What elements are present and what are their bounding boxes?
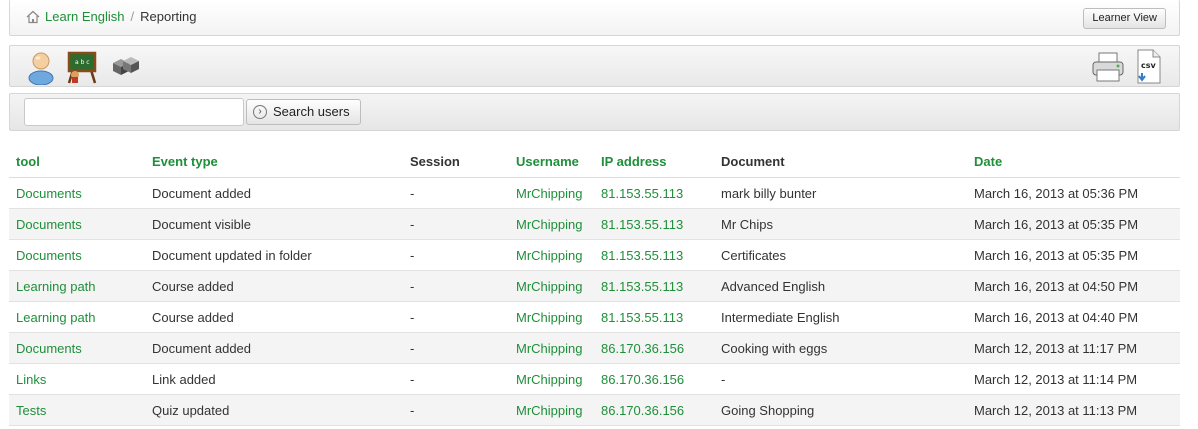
cell-document: Mr Chips <box>721 208 974 240</box>
cell-username[interactable]: MrChipping <box>516 177 601 209</box>
cell-document: Advanced English <box>721 270 974 302</box>
home-icon[interactable] <box>26 10 40 24</box>
table-header-row: tool Event type Session Username IP addr… <box>9 145 1180 178</box>
search-bar: › Search users <box>9 93 1180 131</box>
cell-date: March 16, 2013 at 05:36 PM <box>974 177 1180 209</box>
cell-event-type: Document added <box>152 177 410 209</box>
svg-text:a b c: a b c <box>75 59 90 66</box>
column-header-document: Document <box>721 145 974 178</box>
cell-event-type: Course added <box>152 301 410 333</box>
search-users-button[interactable]: › Search users <box>246 99 361 125</box>
cell-event-type: Quiz updated <box>152 394 410 426</box>
csv-icon-label: csv <box>1141 61 1157 70</box>
breadcrumb-current: Reporting <box>140 9 197 24</box>
column-header-username[interactable]: Username <box>516 145 601 178</box>
cell-date: March 12, 2013 at 11:13 PM <box>974 394 1180 426</box>
table-row: Tests Quiz updated - MrChipping 86.170.36.15… <box>9 394 1180 426</box>
table-row: Documents Document visible - MrChipping 81.1… <box>9 208 1180 240</box>
cell-session: - <box>410 239 516 271</box>
cell-username[interactable]: MrChipping <box>516 239 601 271</box>
column-header-session: Session <box>410 145 516 178</box>
chevron-right-icon: › <box>253 105 267 119</box>
cell-username[interactable]: MrChipping <box>516 270 601 302</box>
user-icon[interactable] <box>26 49 56 85</box>
cell-ip-address[interactable]: 81.153.55.113 <box>601 239 721 271</box>
cell-date: March 12, 2013 at 11:17 PM <box>974 332 1180 364</box>
cell-session: - <box>410 363 516 395</box>
table-row: Documents Document added - MrChipping 81.153… <box>9 177 1180 209</box>
cell-ip-address[interactable]: 86.170.36.156 <box>601 394 721 426</box>
column-header-date[interactable]: Date <box>974 145 1180 178</box>
cell-tool[interactable]: Documents <box>9 177 152 209</box>
icon-toolbar: a b c csv <box>9 45 1180 87</box>
cell-date: March 16, 2013 at 04:40 PM <box>974 301 1180 333</box>
search-input[interactable] <box>24 98 244 126</box>
cell-date: March 12, 2013 at 11:14 PM <box>974 363 1180 395</box>
course-blackboard-icon[interactable]: a b c <box>66 50 98 84</box>
cell-session: - <box>410 394 516 426</box>
table-row: Learning path Course added - MrChipping 81.1… <box>9 270 1180 302</box>
cell-ip-address[interactable]: 81.153.55.113 <box>601 270 721 302</box>
cell-event-type: Link added <box>152 363 410 395</box>
cell-username[interactable]: MrChipping <box>516 301 601 333</box>
csv-export-icon[interactable]: csv <box>1134 49 1164 85</box>
cell-session: - <box>410 270 516 302</box>
cell-username[interactable]: MrChipping <box>516 394 601 426</box>
cell-document: Going Shopping <box>721 394 974 426</box>
column-header-ip-address[interactable]: IP address <box>601 145 721 178</box>
cell-event-type: Document added <box>152 332 410 364</box>
cell-tool[interactable]: Learning path <box>9 270 152 302</box>
breadcrumb-home-link[interactable]: Learn English <box>45 9 125 24</box>
table-row: Documents Document updated in folder - MrCh… <box>9 239 1180 271</box>
cell-username[interactable]: MrChipping <box>516 332 601 364</box>
cell-tool[interactable]: Documents <box>9 208 152 240</box>
table-row: Learning path Course added - MrChipping 81.1… <box>9 301 1180 333</box>
cell-event-type: Document visible <box>152 208 410 240</box>
learner-view-button[interactable]: Learner View <box>1083 8 1166 29</box>
cell-document: Intermediate English <box>721 301 974 333</box>
breadcrumb-separator: / <box>130 9 135 24</box>
cell-session: - <box>410 332 516 364</box>
cell-document: Cooking with eggs <box>721 332 974 364</box>
cell-ip-address[interactable]: 81.153.55.113 <box>601 208 721 240</box>
cell-tool[interactable]: Documents <box>9 239 152 271</box>
breadcrumb: Learn English / Reporting <box>26 9 197 24</box>
cell-session: - <box>410 301 516 333</box>
print-icon[interactable] <box>1091 51 1125 83</box>
table-row: Links Link added - MrChipping 86.170.36.156-… <box>9 363 1180 395</box>
group-icon[interactable] <box>110 53 142 79</box>
cell-event-type: Course added <box>152 270 410 302</box>
cell-document: mark billy bunter <box>721 177 974 209</box>
table-row: Documents Document added - MrChipping 86.170… <box>9 332 1180 364</box>
cell-session: - <box>410 208 516 240</box>
cell-username[interactable]: MrChipping <box>516 208 601 240</box>
cell-ip-address[interactable]: 81.153.55.113 <box>601 301 721 333</box>
cell-date: March 16, 2013 at 05:35 PM <box>974 239 1180 271</box>
cell-tool[interactable]: Links <box>9 363 152 395</box>
cell-date: March 16, 2013 at 05:35 PM <box>974 208 1180 240</box>
cell-username[interactable]: MrChipping <box>516 363 601 395</box>
cell-tool[interactable]: Documents <box>9 332 152 364</box>
column-header-tool[interactable]: tool <box>9 145 152 178</box>
report-table: tool Event type Session Username IP addr… <box>9 145 1180 426</box>
cell-date: March 16, 2013 at 04:50 PM <box>974 270 1180 302</box>
search-users-label: Search users <box>273 104 350 119</box>
cell-tool[interactable]: Tests <box>9 394 152 426</box>
cell-ip-address[interactable]: 81.153.55.113 <box>601 177 721 209</box>
cell-ip-address[interactable]: 86.170.36.156 <box>601 363 721 395</box>
cell-event-type: Document updated in folder <box>152 239 410 271</box>
top-bar: Learn English / Reporting Learner View <box>9 0 1180 36</box>
cell-tool[interactable]: Learning path <box>9 301 152 333</box>
cell-session: - <box>410 177 516 209</box>
column-header-event-type[interactable]: Event type <box>152 145 410 178</box>
cell-document: - <box>721 363 974 395</box>
report-table-body: Documents Document added - MrChipping 81.153… <box>9 177 1180 426</box>
cell-ip-address[interactable]: 86.170.36.156 <box>601 332 721 364</box>
cell-document: Certificates <box>721 239 974 271</box>
